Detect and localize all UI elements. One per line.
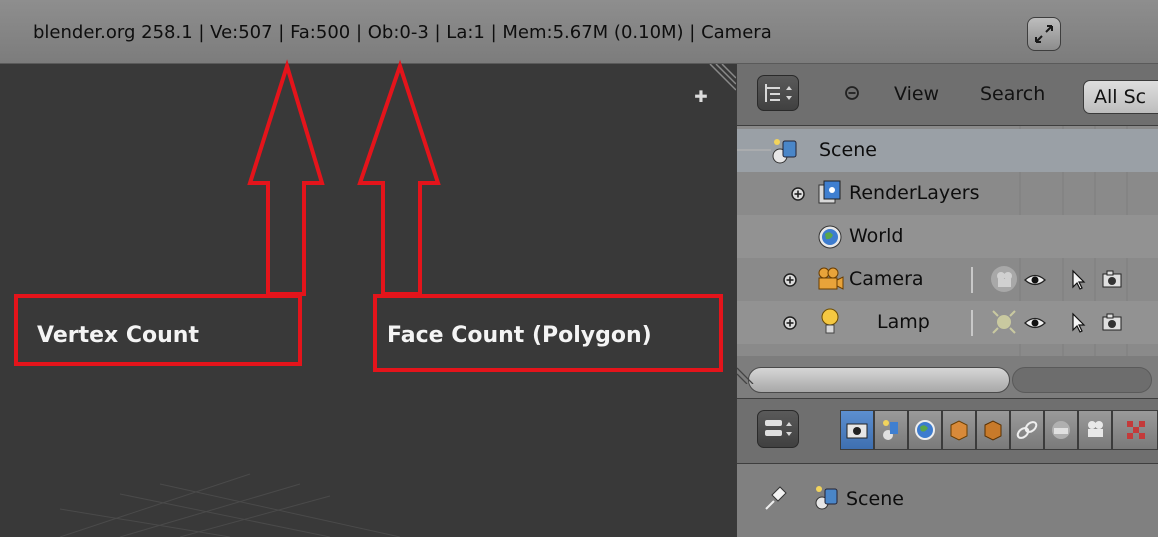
face-count-label: Face Count (Polygon) xyxy=(387,323,652,348)
vertex-count-label: Vertex Count xyxy=(37,323,199,348)
annotation-arrows xyxy=(247,59,441,296)
